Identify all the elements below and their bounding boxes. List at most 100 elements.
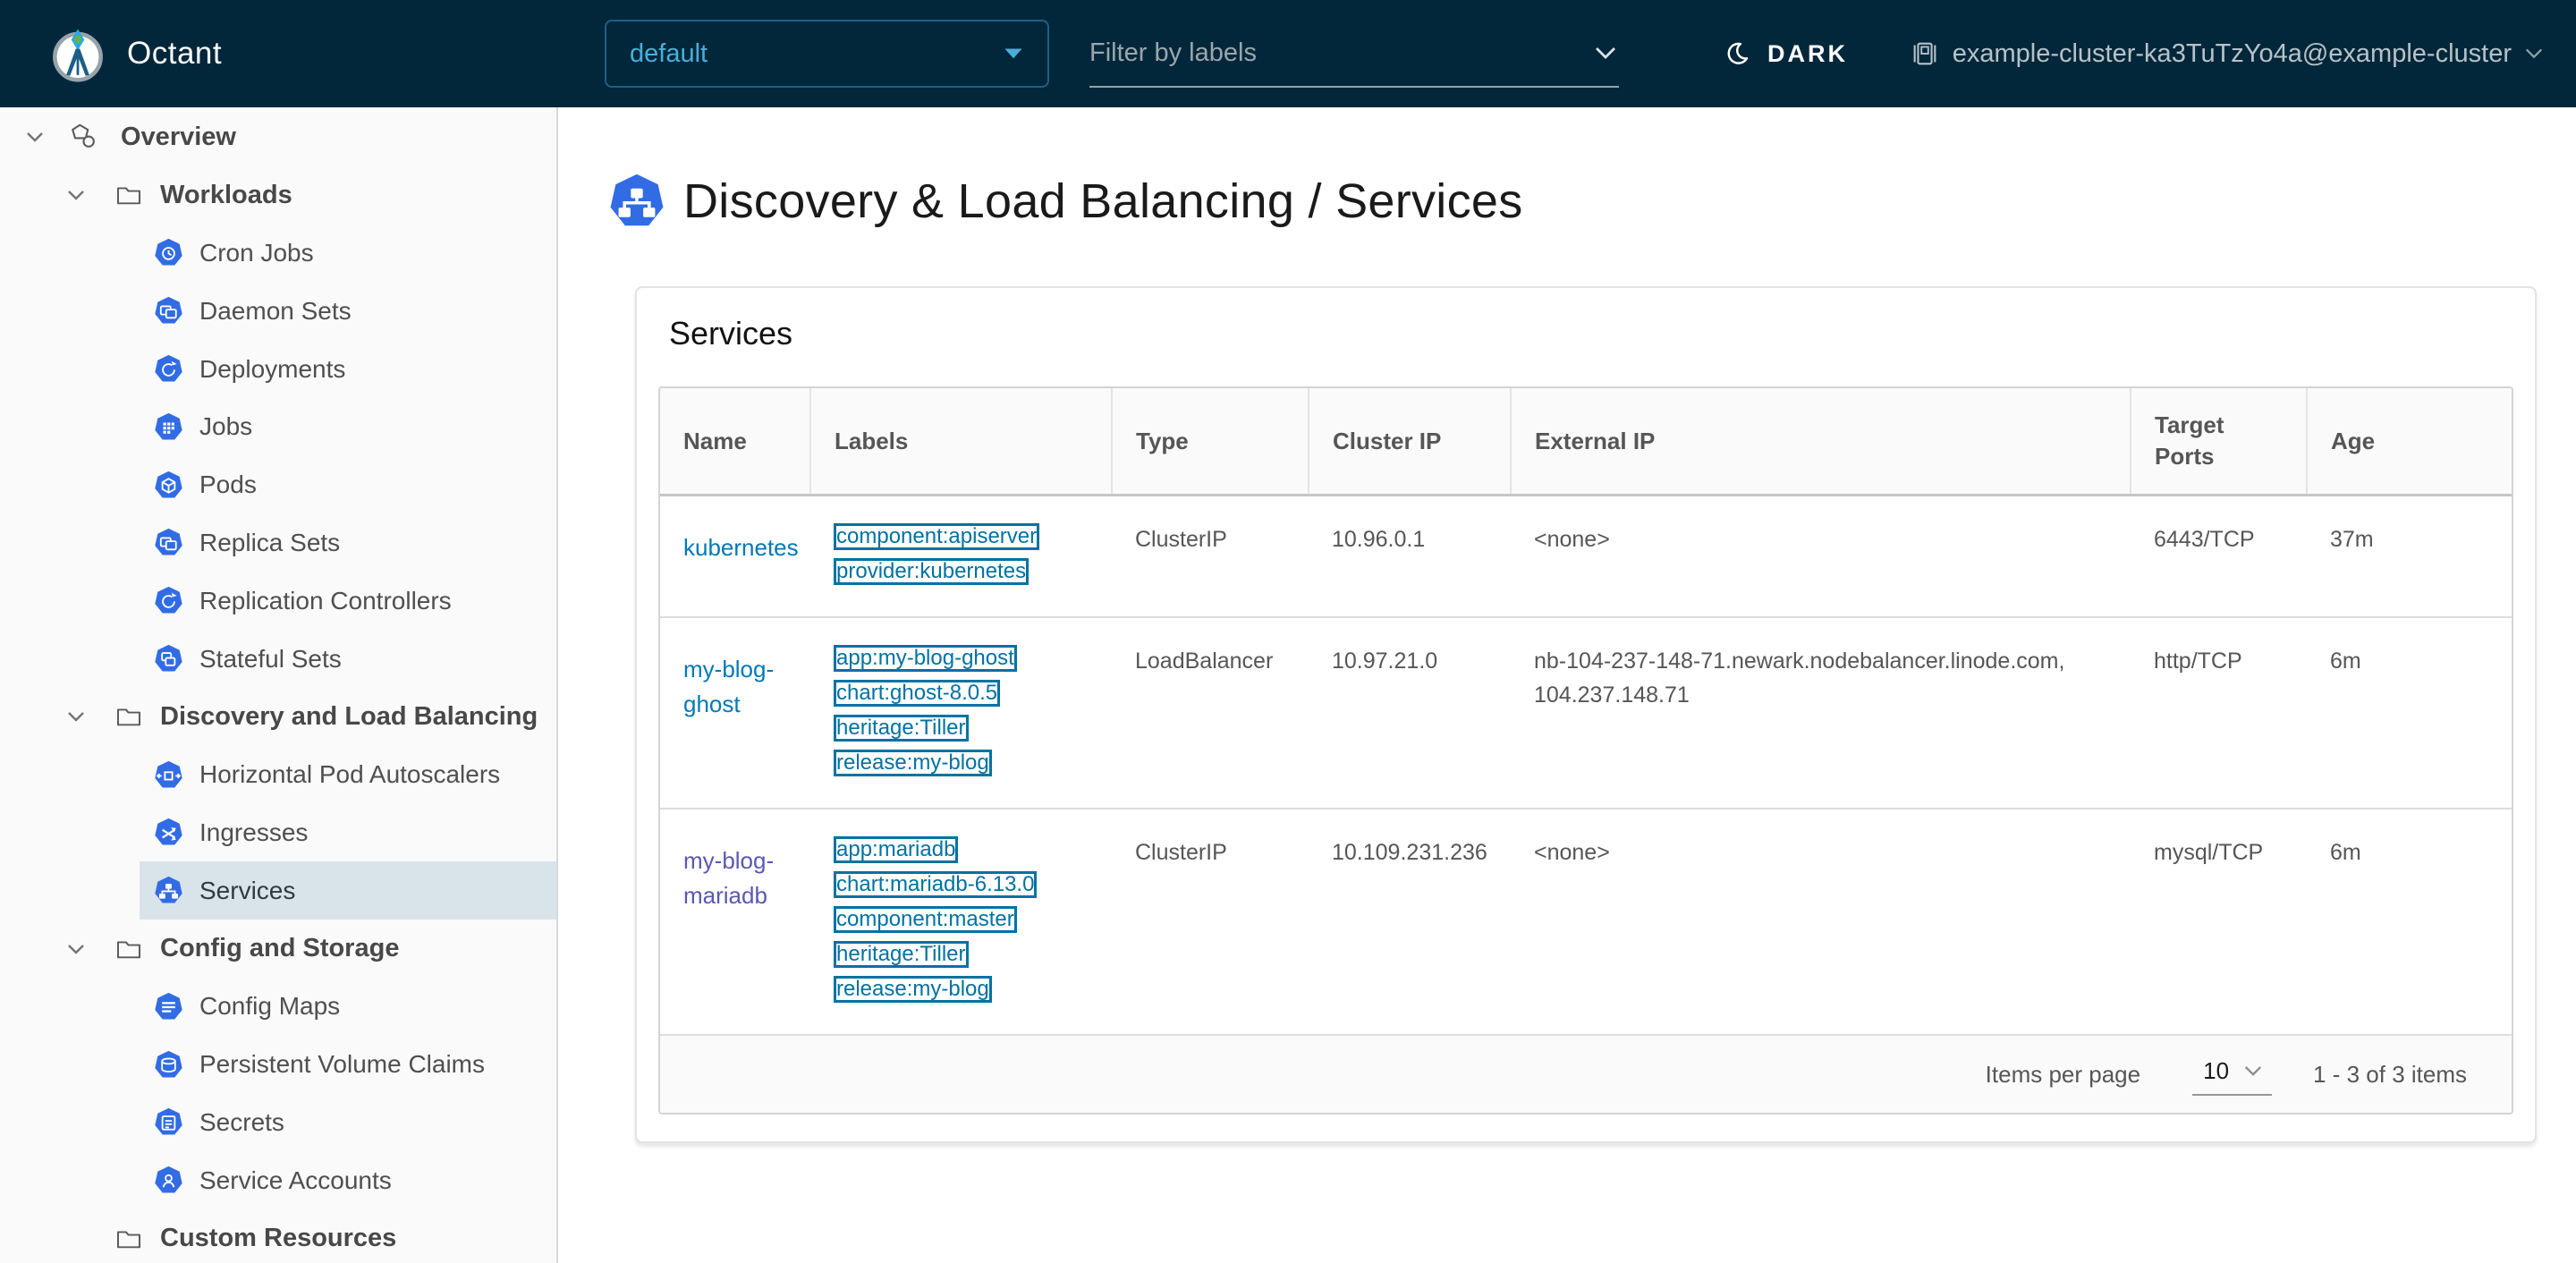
overview-icon [68,122,98,152]
cluster-ip: 10.97.21.0 [1309,616,1511,810]
cluster-ip: 10.96.0.1 [1332,527,1426,553]
column-header-name: Name [660,388,810,497]
age: 6m [2307,808,2512,1035]
namespace-select[interactable]: default [605,20,1049,88]
sidebar-item-secrets[interactable]: Secrets [0,1094,556,1152]
chevron-down-icon[interactable] [63,936,89,962]
secrets-icon [154,1107,183,1137]
items-per-page-label: Items per page [1985,1060,2141,1088]
target-ports: mysql/TCP [2131,808,2307,1035]
sidebar-item-services[interactable]: Services [0,861,556,920]
service-type: ClusterIP [1135,527,1227,553]
chevron-down-icon [2525,48,2543,59]
sidebar-item-replica-sets[interactable]: Replica Sets [0,514,556,572]
sidebar-item-label: Replica Sets [199,528,341,556]
sidebar-item-service-accounts[interactable]: Service Accounts [0,1151,556,1209]
label-pill[interactable]: heritage:Tiller [834,941,969,969]
sidebar-item-label: Persistent Volume Claims [199,1050,486,1079]
theme-toggle-label: DARK [1767,39,1848,67]
daemon-sets-icon [154,296,183,326]
cluster-name: example-cluster-ka3TuTzYo4a@example-clus… [1952,38,2512,68]
folder-icon [114,702,143,731]
sidebar-item-config-and-storage[interactable]: Config and Storage [0,920,556,978]
label-pill[interactable]: component:apiserver [834,523,1040,551]
sidebar-item-label: Config and Storage [160,934,400,963]
moon-icon [1727,42,1749,64]
sidebar-item-persistent-volume-claims[interactable]: Persistent Volume Claims [0,1036,556,1094]
table-row: my-blog-ghost app:my-blog-ghost chart:ghos… [660,616,2512,810]
column-header-age: Age [2306,388,2512,497]
sidebar-item-replication-controllers[interactable]: Replication Controllers [0,572,556,630]
card-title: Services [669,315,793,352]
sidebar-item-cron-jobs[interactable]: Cron Jobs [0,225,556,283]
sidebar-item-pods[interactable]: Pods [0,456,556,514]
pods-icon [154,470,183,500]
services-page-icon [608,173,665,230]
service-type: LoadBalancer [1112,616,1309,810]
label-pill[interactable]: app:my-blog-ghost [834,645,1017,673]
label-pill[interactable]: app:mariadb [834,836,959,864]
folder-icon [114,181,143,209]
external-ip: <none> [1511,808,2131,1035]
column-header-target-ports: Target Ports [2130,388,2307,497]
replica-sets-icon [154,528,183,557]
label-pill[interactable]: release:my-blog [834,750,992,777]
target-ports: http/TCP [2131,616,2307,810]
service-name-link[interactable]: kubernetes [683,530,799,565]
target-ports: 6443/TCP [2154,527,2255,553]
services-table: Name Labels Type Cluster IP External IP Targe… [658,386,2513,1115]
label-pill[interactable]: heritage:Tiller [834,715,969,742]
column-header-cluster-ip: Cluster IP [1308,388,1511,497]
sidebar-item-daemon-sets[interactable]: Daemon Sets [0,282,556,340]
sidebar-item-label: Secrets [199,1107,284,1136]
sidebar-item-label: Pods [199,470,257,499]
chevron-down-icon [2244,1065,2262,1076]
service-name-link[interactable]: my-blog-mariadb [683,843,794,913]
label-pill[interactable]: component:master [834,906,1017,934]
table-header-row: Name Labels Type Cluster IP External IP Targe… [660,388,2512,497]
label-filter-input[interactable] [1089,38,1592,68]
cluster-selector[interactable]: example-cluster-ka3TuTzYo4a@example-clus… [1910,0,2544,107]
chevron-down-icon[interactable] [63,703,89,730]
folder-icon [114,1225,143,1253]
jobs-icon [154,412,183,442]
page-title-row: Discovery & Load Balancing / Services [608,172,2576,231]
external-ip: <none> [1534,527,1610,553]
sidebar-item-config-maps[interactable]: Config Maps [0,978,556,1036]
sidebar-item-deployments[interactable]: Deployments [0,340,556,398]
sidebar-item-label: Service Accounts [199,1166,392,1194]
sidebar-item-label: Jobs [199,412,253,441]
sidebar-item-horizontal-pod-autoscalers[interactable]: Horizontal Pod Autoscalers [0,746,556,804]
label-pill[interactable]: chart:ghost-8.0.5 [834,680,1001,708]
service-type: ClusterIP [1112,808,1309,1035]
pagination-range: 1 - 3 of 3 items [2313,1060,2467,1088]
sidebar-item-discovery-and-load-balancing[interactable]: Discovery and Load Balancing [0,688,556,746]
age: 37m [2330,527,2374,553]
label-pill[interactable]: provider:kubernetes [834,558,1030,586]
external-ip: nb-104-237-148-71.newark.nodebalancer.li… [1511,616,2131,810]
brand: Octant [0,24,483,83]
sidebar-item-workloads[interactable]: Workloads [0,166,556,225]
sidebar-item-label: Overview [121,122,236,151]
sidebar-item-overview[interactable]: Overview [0,108,556,166]
sidebar-item-stateful-sets[interactable]: Stateful Sets [0,630,556,688]
ingresses-icon [154,818,183,847]
label-pill[interactable]: release:my-blog [834,976,992,1004]
page-title: Discovery & Load Balancing / Services [683,174,1523,228]
chevron-down-icon[interactable] [1592,39,1619,66]
sidebar-item-custom-resources[interactable]: Custom Resources [0,1209,556,1263]
chevron-down-icon[interactable] [63,182,89,208]
label-pill[interactable]: chart:mariadb-6.13.0 [834,871,1038,899]
sidebar-item-ingresses[interactable]: Ingresses [0,804,556,862]
pagination-bar: Items per page 10 1 - 3 of 3 items [660,1034,2512,1114]
service-name-link[interactable]: my-blog-ghost [683,652,794,722]
theme-toggle-button[interactable]: DARK [1724,0,1848,107]
sidebar-item-label: Horizontal Pod Autoscalers [199,760,501,789]
sidebar-item-label: Workloads [160,180,292,209]
chevron-down-icon[interactable] [21,123,48,150]
items-per-page-select[interactable]: 10 [2192,1054,2273,1096]
cron-jobs-icon [154,238,183,267]
sidebar-item-jobs[interactable]: Jobs [0,398,556,456]
sidebar-item-label: Discovery and Load Balancing [160,701,538,731]
namespace-value: default [630,38,708,68]
